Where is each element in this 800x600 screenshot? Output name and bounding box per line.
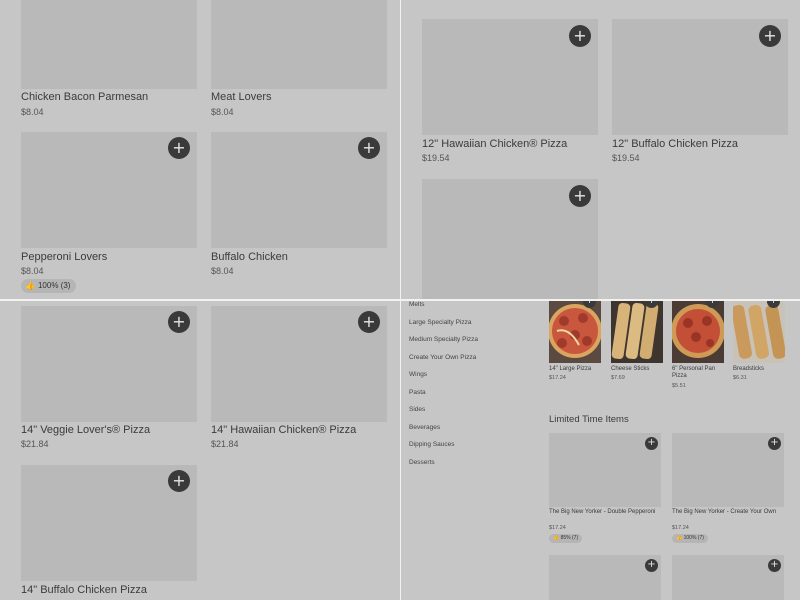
item-name: Pepperoni Lovers: [21, 251, 108, 263]
item-price: $7.69: [611, 375, 625, 381]
menu-item-card[interactable]: + 14" Veggie Lover's® Pizza $21.84: [21, 306, 197, 456]
category-link[interactable]: Medium Specialty Pizza: [409, 336, 478, 343]
add-to-cart-button[interactable]: +: [768, 437, 781, 450]
item-name: 12" Hawaiian Chicken® Pizza: [422, 138, 568, 150]
category-link[interactable]: Create Your Own Pizza: [409, 354, 476, 361]
item-name: 14" Hawaiian Chicken® Pizza: [211, 424, 357, 436]
add-to-cart-button[interactable]: +: [569, 185, 591, 207]
item-name: The Big New Yorker - Double Pepperoni: [549, 509, 656, 515]
section-title-limited-time: Limited Time Items: [549, 414, 629, 425]
rating-text: 100% (7): [683, 535, 704, 541]
item-price: $8.04: [21, 107, 44, 117]
pizza-image: [672, 301, 724, 363]
menu-item-card[interactable]: + 12" Hawaiian Chicken® Pizza $19.54: [422, 19, 598, 165]
menu-item-card[interactable]: + 14" Hawaiian Chicken® Pizza $21.84: [211, 306, 387, 456]
item-price: $5.51: [672, 383, 686, 389]
item-name: Buffalo Chicken: [211, 251, 288, 263]
item-price: $8.04: [211, 266, 234, 276]
item-image: [21, 0, 197, 89]
item-image: [211, 0, 387, 89]
item-price: $17.24: [672, 525, 689, 531]
item-price: $8.04: [21, 266, 44, 276]
add-to-cart-button[interactable]: +: [759, 25, 781, 47]
menu-item-card[interactable]: +: [672, 555, 784, 600]
menu-panel-top-left: Chicken Bacon Parmesan $8.04 Meat Lovers…: [0, 0, 400, 299]
cheese-sticks-image: [611, 301, 663, 363]
item-name: Meat Lovers: [211, 91, 272, 103]
menu-item-card[interactable]: + Buffalo Chicken $8.04: [211, 132, 387, 282]
rating-text: 85% (7): [560, 535, 579, 541]
panel-divider-horizontal: [0, 299, 800, 301]
category-link[interactable]: Sides: [409, 406, 425, 413]
category-link[interactable]: Pasta: [409, 389, 426, 396]
add-to-cart-button[interactable]: +: [168, 311, 190, 333]
item-name: Chicken Bacon Parmesan: [21, 91, 149, 103]
pizza-image: [549, 301, 601, 363]
category-link[interactable]: Dipping Sauces: [409, 441, 455, 448]
menu-item-card[interactable]: + The Big New Yorker - Double Pepperoni …: [549, 433, 661, 547]
menu-panel-top-right: + 12" Hawaiian Chicken® Pizza $19.54 + 1…: [401, 0, 800, 299]
add-to-cart-button[interactable]: +: [168, 470, 190, 492]
item-name: Breadsticks: [733, 366, 765, 372]
menu-item-card[interactable]: + 12" Buffalo Chicken Pizza $19.54: [612, 19, 788, 165]
add-to-cart-button[interactable]: +: [645, 559, 658, 572]
item-price: $17.24: [549, 525, 566, 531]
breadsticks-image: [733, 301, 785, 363]
item-price: $19.54: [612, 153, 640, 163]
item-name: 14" Buffalo Chicken Pizza: [21, 584, 147, 596]
menu-item-card[interactable]: + The Big New Yorker - Create Your Own $…: [672, 433, 784, 547]
thumbs-up-icon: 👍: [676, 535, 683, 541]
rating-badge: 👍 100% (7): [672, 534, 708, 543]
item-price: $21.84: [21, 439, 49, 449]
menu-item-card[interactable]: +: [549, 555, 661, 600]
item-name: The Big New Yorker - Create Your Own: [672, 509, 777, 515]
add-to-cart-button[interactable]: +: [768, 559, 781, 572]
category-link[interactable]: Melts: [409, 301, 425, 308]
category-link[interactable]: Wings: [409, 371, 427, 378]
item-price: $8.04: [211, 107, 234, 117]
thumbs-up-icon: 👍: [553, 535, 560, 541]
add-to-cart-button[interactable]: +: [168, 137, 190, 159]
add-to-cart-button[interactable]: +: [645, 437, 658, 450]
item-name: 12" Buffalo Chicken Pizza: [612, 138, 738, 150]
item-name: 6" Personal Pan Pizza: [672, 366, 716, 379]
menu-item-card[interactable]: Meat Lovers $8.04: [211, 0, 387, 120]
menu-panel-bottom-left: + 14" Veggie Lover's® Pizza $21.84 + 14"…: [0, 301, 400, 600]
menu-panel-bottom-right: Melts Large Specialty Pizza Medium Speci…: [401, 301, 800, 600]
add-to-cart-button[interactable]: +: [358, 137, 380, 159]
add-to-cart-button[interactable]: +: [569, 25, 591, 47]
menu-item-card[interactable]: + 14" Buffalo Chicken Pizza: [21, 465, 197, 600]
item-price: $19.54: [422, 153, 450, 163]
rating-badge: 👍 100% (3): [21, 279, 77, 293]
menu-item-card[interactable]: Chicken Bacon Parmesan $8.04: [21, 0, 197, 120]
menu-item-card[interactable]: + Pepperoni Lovers $8.04 👍 100% (3): [21, 132, 197, 294]
category-link[interactable]: Desserts: [409, 459, 435, 466]
item-price: $17.24: [549, 375, 566, 381]
item-price: $6.31: [733, 375, 747, 381]
item-image: [549, 555, 661, 600]
menu-item-card[interactable]: +: [422, 179, 598, 299]
item-name: 14" Veggie Lover's® Pizza: [21, 424, 151, 436]
rating-badge: 👍 85% (7): [549, 534, 583, 543]
item-name: Cheese Sticks: [611, 366, 650, 372]
category-link[interactable]: Beverages: [409, 424, 440, 431]
add-to-cart-button[interactable]: +: [358, 311, 380, 333]
item-image: [672, 555, 784, 600]
rating-text: 100% (3): [37, 281, 71, 290]
item-price: $21.84: [211, 439, 239, 449]
item-name: 14" Large Pizza: [549, 366, 592, 372]
thumbs-up-icon: 👍: [25, 281, 35, 290]
category-link[interactable]: Large Specialty Pizza: [409, 319, 472, 326]
